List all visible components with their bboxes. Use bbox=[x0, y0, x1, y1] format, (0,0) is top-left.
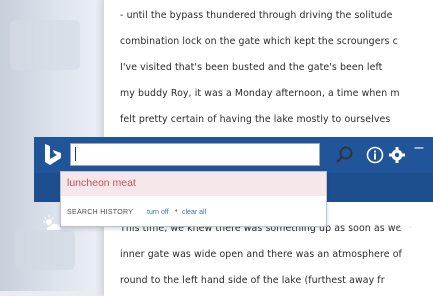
suggestion-item[interactable]: luncheon meat bbox=[61, 172, 326, 196]
document-line: - until the bypass thundered through dri… bbox=[120, 10, 393, 21]
clear-all-link[interactable]: clear all bbox=[182, 209, 206, 216]
suggestion-label: luncheon meat bbox=[67, 177, 136, 189]
search-input[interactable] bbox=[70, 143, 320, 166]
blurred-window bbox=[10, 20, 80, 70]
search-icon[interactable] bbox=[334, 144, 356, 166]
search-history-label: SEARCH HISTORY bbox=[67, 209, 134, 216]
blurred-window bbox=[15, 230, 75, 270]
document-line: inner gate was wide open and there was a… bbox=[120, 249, 402, 260]
search-history-row: SEARCH HISTORY turn off • clear all bbox=[61, 205, 326, 223]
document-line: my buddy Roy, it was a Monday afternoon,… bbox=[120, 88, 400, 99]
more-icon[interactable]: ... bbox=[394, 216, 418, 232]
separator: • bbox=[175, 208, 178, 215]
weather-icon[interactable] bbox=[42, 215, 62, 233]
info-icon[interactable] bbox=[364, 144, 386, 166]
turn-off-link[interactable]: turn off bbox=[147, 209, 169, 216]
document-line: felt pretty certain of having the lake m… bbox=[120, 114, 391, 125]
text-cursor bbox=[75, 147, 76, 161]
search-suggestions-dropdown: luncheon meat SEARCH HISTORY turn off • … bbox=[60, 171, 327, 227]
gear-icon[interactable] bbox=[386, 144, 408, 166]
minimize-icon[interactable]: – bbox=[410, 140, 428, 158]
document-line: round to the left hand side of the lake … bbox=[120, 275, 385, 286]
document-line: combination lock on the gate which kept … bbox=[120, 36, 398, 47]
document-line: I've visited that's been busted and the … bbox=[120, 62, 383, 73]
bing-logo-icon[interactable] bbox=[42, 143, 64, 167]
